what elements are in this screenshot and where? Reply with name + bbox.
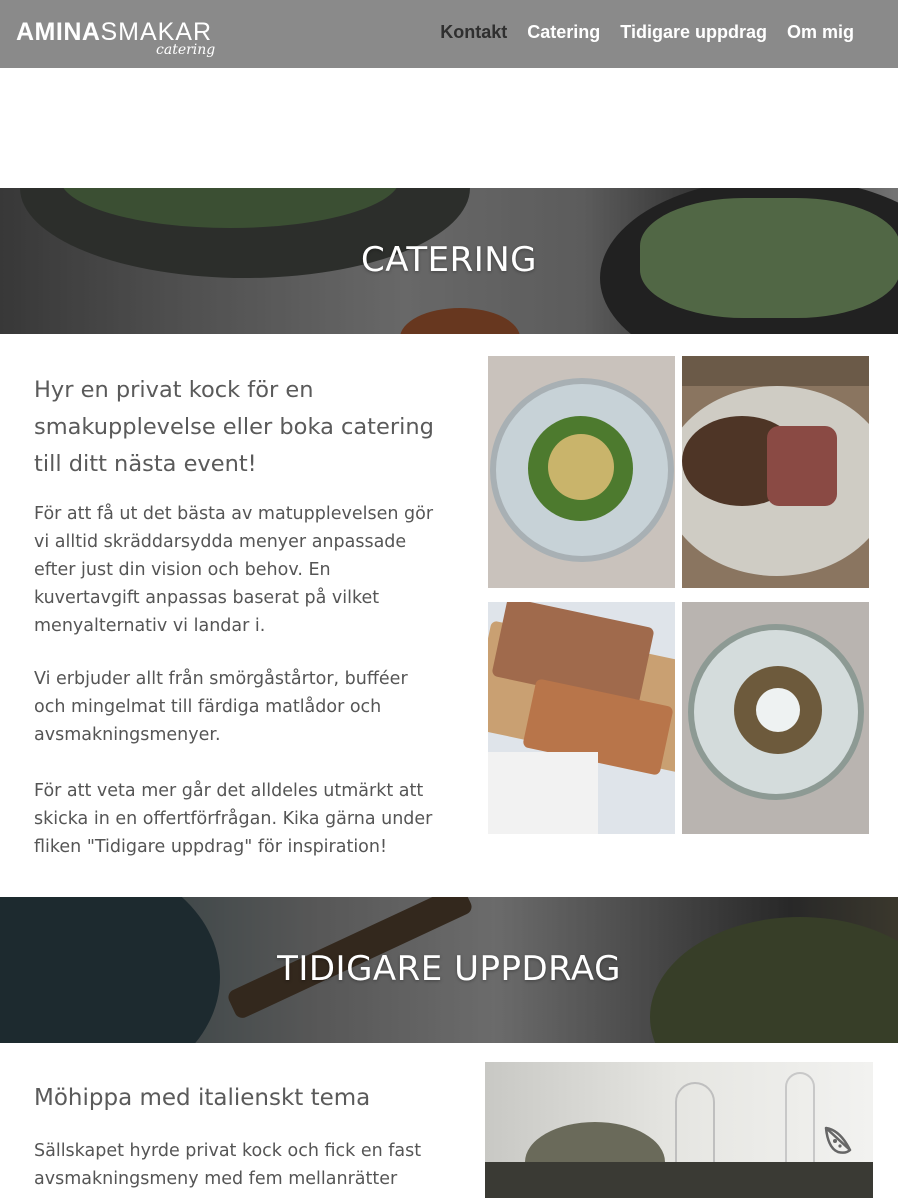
previous-title: TIDIGARE UPPDRAG: [277, 949, 621, 989]
event-description: Sällskapet hyrde privat kock och fick en…: [34, 1141, 422, 1198]
nav-om-mig[interactable]: Om mig: [787, 22, 854, 43]
main-nav: Kontakt Catering Tidigare uppdrag Om mig: [440, 22, 854, 43]
pizza-slice-icon[interactable]: [818, 1118, 858, 1158]
catering-paragraph: För att veta mer går det alldeles utmärk…: [34, 781, 433, 857]
nav-catering[interactable]: Catering: [527, 22, 600, 43]
catering-paragraph: Vi erbjuder allt från smörgåstårtor, buf…: [34, 669, 408, 745]
food-photo-tarts: [488, 602, 675, 834]
catering-heading: Hyr en privat kock för en smakupplevelse…: [34, 377, 434, 477]
event-title: Möhippa med italienskt tema: [34, 1085, 371, 1111]
salad-topping: [548, 434, 614, 500]
previous-banner: TIDIGARE UPPDRAG: [0, 897, 898, 1043]
site-header: AMINASMAKAR catering Kontakt Catering Ti…: [0, 0, 898, 68]
catering-banner: CATERING: [0, 188, 898, 334]
catering-title: CATERING: [360, 240, 538, 280]
nav-tidigare-uppdrag[interactable]: Tidigare uppdrag: [620, 22, 767, 43]
logo-part-1: AMINA: [16, 18, 101, 46]
food-center: [756, 688, 800, 732]
food-photo-meat: [682, 356, 869, 588]
meat-slice: [767, 426, 837, 506]
event-photo: [485, 1062, 873, 1198]
table-edge: [485, 1162, 873, 1198]
catering-paragraph: För att få ut det bästa av matupplevelse…: [34, 504, 434, 636]
logo[interactable]: AMINASMAKAR catering: [16, 14, 216, 60]
food-photo-salad: [488, 356, 675, 588]
napkin: [488, 752, 598, 834]
food-photo-ring: [682, 602, 869, 834]
table-background: [682, 356, 869, 386]
logo-tagline: catering: [156, 42, 216, 58]
nav-kontakt[interactable]: Kontakt: [440, 22, 507, 43]
